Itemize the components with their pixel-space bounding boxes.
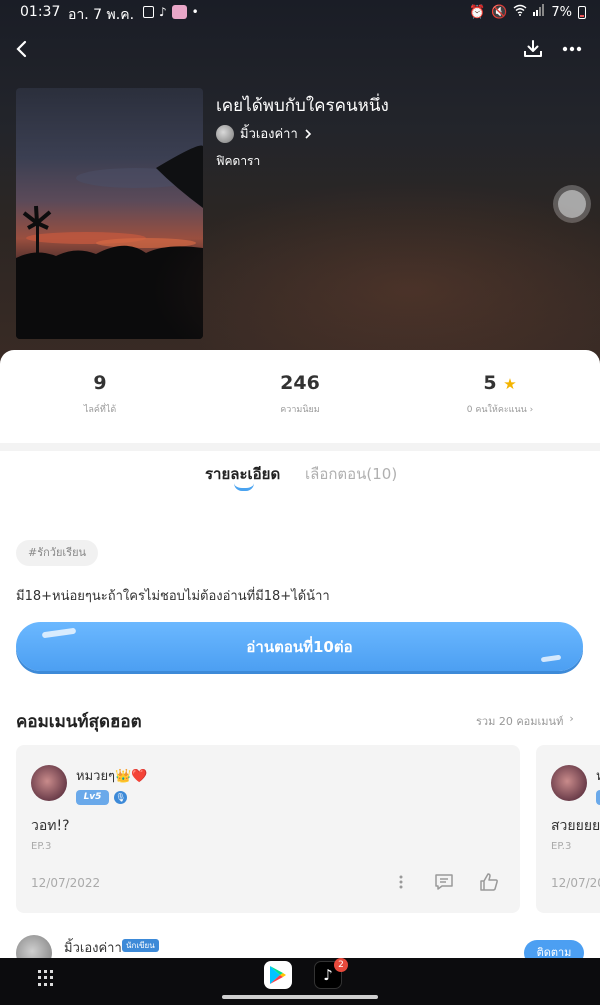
signal-icon	[533, 4, 545, 20]
rating-label-row: 0 คนให้คะแนน ›	[400, 402, 600, 416]
level-badge	[596, 790, 600, 805]
app-drawer-icon[interactable]	[38, 970, 54, 986]
likes-stat: 9 ไลค์ที่ได้	[0, 372, 200, 416]
likes-count: 9	[93, 372, 107, 394]
stats-row: 9 ไลค์ที่ได้ 246 ความนิยม 5 ★ 0 คนให้คะแ…	[0, 372, 600, 432]
tiktok-notification-icon: ♪	[159, 5, 167, 19]
author-link[interactable]: มิ้วเองค่าา	[216, 123, 312, 144]
chevron-right-icon: ›	[569, 712, 574, 725]
writer-badge: นักเขียน	[122, 939, 159, 952]
comment-more-button[interactable]	[391, 870, 411, 894]
hot-comments-title: คอมเมนท์สุดฮอต	[16, 712, 142, 732]
back-button[interactable]	[6, 34, 36, 64]
more-notifications-icon: •	[191, 5, 199, 19]
top-bar	[0, 34, 600, 64]
popularity-count: 246	[280, 372, 320, 394]
follow-button[interactable]: ติดตาม	[524, 940, 584, 958]
chevron-left-icon	[16, 40, 27, 58]
chevron-right-icon: ›	[529, 405, 534, 415]
mic-badge-icon: 🎙	[114, 791, 127, 804]
download-icon	[524, 40, 542, 57]
reply-button[interactable]	[432, 870, 456, 894]
comment-episode: EP.3	[551, 841, 572, 852]
mute-icon: 🔇	[491, 4, 508, 20]
system-nav-bar: ♪ 2	[0, 958, 600, 1005]
tiktok-badge: 2	[334, 958, 348, 972]
reply-icon	[435, 874, 453, 890]
play-triangle-icon	[270, 966, 286, 984]
author-avatar	[216, 124, 234, 143]
story-header: 01:37 อา. 7 พ.ค. ♪ • ⏰ 🔇 7% เคยได้พบกับใ…	[0, 0, 600, 372]
rating-value-row: 5 ★	[400, 372, 600, 394]
app-notification-icon	[171, 5, 187, 19]
story-genre: ฟิคดารา	[216, 154, 261, 168]
star-icon: ★	[503, 375, 517, 393]
comment-text: วอท!?	[31, 818, 70, 834]
comment-card[interactable]: หมวยๆ👑❤️ Lv5 🎙 วอท!? EP.3 12/07/2022	[16, 745, 520, 913]
author-name: มิ้วเองค่าา	[240, 127, 298, 142]
author-strip: มิ้วเองค่าา นักเขียน ติดตาม	[16, 933, 600, 958]
section-divider	[0, 443, 600, 451]
comment-card[interactable]: ห สวยยยย EP.3 12/07/20	[536, 745, 600, 913]
commenter-avatar[interactable]	[551, 765, 587, 801]
continue-reading-button[interactable]: อ่านตอนที่10ต่อ	[16, 622, 583, 671]
likes-label: ไลค์ที่ได้	[83, 405, 117, 415]
like-button[interactable]	[476, 869, 502, 895]
status-date: อา. 7 พ.ค.	[68, 7, 135, 23]
rating-value: 5	[483, 372, 497, 394]
commenter-name[interactable]: หมวยๆ👑❤️	[76, 765, 147, 786]
level-badge: Lv5	[76, 790, 109, 805]
story-title: เคยได้พบกับใครคนหนึ่ง	[216, 96, 389, 116]
story-tag[interactable]: #รักวัยเรียน	[16, 540, 99, 566]
total-comments-label: รวม 20 คอมเมนท์	[476, 715, 564, 728]
rating-label: 0 คนให้คะแนน	[466, 405, 527, 415]
floating-assistant-button[interactable]	[553, 185, 591, 223]
sunset-silhouette-image	[16, 145, 203, 339]
floating-circle-icon	[558, 190, 586, 218]
commenter-avatar[interactable]	[31, 765, 67, 801]
comment-episode: EP.3	[31, 841, 52, 852]
battery-icon	[578, 5, 586, 19]
alert-icon	[143, 6, 154, 18]
comment-text: สวยยยย	[551, 818, 600, 834]
wifi-icon	[513, 4, 527, 20]
notification-icons: ♪ •	[143, 5, 199, 19]
rating-stat[interactable]: 5 ★ 0 คนให้คะแนน ›	[400, 372, 600, 416]
play-store-icon[interactable]	[264, 961, 292, 989]
author-name[interactable]: มิ้วเองค่าา	[64, 937, 122, 958]
system-icons: ⏰ 🔇 7%	[469, 4, 586, 20]
commenter-name[interactable]: ห	[596, 765, 600, 786]
all-comments-link[interactable]: รวม 20 คอมเมนท์ ›	[476, 712, 574, 730]
tab-bar: รายละเอียด เลือกตอน(10)	[0, 462, 600, 492]
home-gesture-bar[interactable]	[222, 995, 378, 999]
story-description: มี18+หน่อยๆนะถ้าใครไม่ชอบไม่ต้องอ่านที่ม…	[16, 589, 330, 604]
author-avatar[interactable]	[16, 935, 52, 958]
status-bar: 01:37 อา. 7 พ.ค. ♪ • ⏰ 🔇 7%	[0, 0, 600, 26]
more-options-button[interactable]	[556, 34, 588, 64]
tab-episodes[interactable]: เลือกตอน(10)	[305, 462, 397, 486]
status-time: 01:37	[20, 4, 61, 20]
popularity-label: ความนิยม	[280, 405, 320, 415]
more-dots-icon	[562, 46, 582, 52]
popularity-stat: 246 ความนิยม	[200, 372, 400, 416]
chevron-right-icon	[305, 128, 311, 139]
continue-reading-label: อ่านตอนที่10ต่อ	[246, 637, 353, 656]
vertical-dots-icon	[399, 875, 403, 889]
comment-date: 12/07/20	[551, 876, 600, 890]
comment-date: 12/07/2022	[31, 876, 101, 890]
battery-percent: 7%	[551, 4, 572, 20]
alarm-icon: ⏰	[469, 4, 486, 20]
thumbs-up-icon	[480, 873, 498, 891]
story-cover-image	[16, 88, 203, 339]
download-button[interactable]	[518, 34, 548, 64]
